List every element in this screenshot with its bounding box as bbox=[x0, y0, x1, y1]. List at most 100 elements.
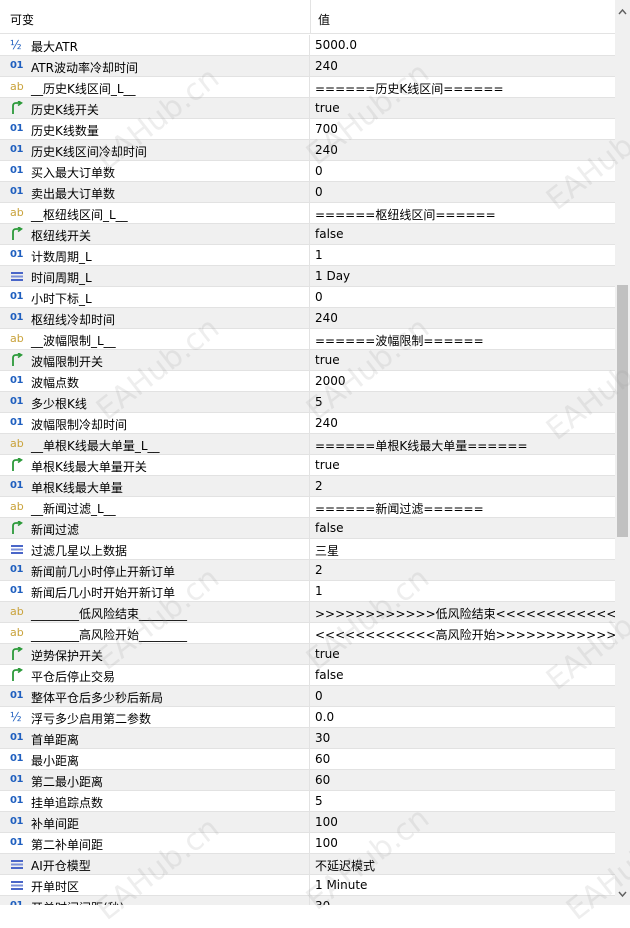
name-cell[interactable]: 01 第二补单间距 bbox=[0, 833, 310, 853]
property-row[interactable]: 01 单根K线最大单量 2 bbox=[0, 476, 615, 497]
property-row[interactable]: 新闻过滤 false bbox=[0, 518, 615, 539]
property-row[interactable]: 01 整体平仓后多少秒后新局 0 bbox=[0, 686, 615, 707]
property-value[interactable]: 60 bbox=[315, 773, 330, 787]
property-value[interactable]: 0 bbox=[315, 689, 323, 703]
name-cell[interactable]: 枢纽线开关 bbox=[0, 224, 310, 244]
name-cell[interactable]: 01 波幅限制冷却时间 bbox=[0, 413, 310, 433]
property-value[interactable]: 0 bbox=[315, 185, 323, 199]
property-value[interactable]: true bbox=[315, 458, 340, 472]
property-row[interactable]: 01 第二补单间距 100 bbox=[0, 833, 615, 854]
vertical-scrollbar[interactable] bbox=[615, 0, 630, 905]
property-value[interactable]: >>>>>>>>>>>>低风险结束<<<<<<<<<<<< bbox=[315, 605, 615, 622]
name-cell[interactable]: 01 开单时间间距(秒) bbox=[0, 896, 310, 905]
property-value[interactable]: <<<<<<<<<<<<高风险开始>>>>>>>>>>>> bbox=[315, 626, 615, 643]
property-row[interactable]: ab __波幅限制_L__ ======波幅限制====== bbox=[0, 329, 615, 350]
header-divider[interactable] bbox=[310, 0, 311, 34]
property-row[interactable]: 01 卖出最大订单数 0 bbox=[0, 182, 615, 203]
property-row[interactable]: 01 新闻前几小时停止开新订单 2 bbox=[0, 560, 615, 581]
property-value[interactable]: 三星 bbox=[315, 542, 339, 559]
name-cell[interactable]: ½ 最大ATR bbox=[0, 35, 310, 55]
property-row[interactable]: 01 历史K线区间冷却时间 240 bbox=[0, 140, 615, 161]
property-value[interactable]: 0 bbox=[315, 164, 323, 178]
property-row[interactable]: ab ________低风险结束________ >>>>>>>>>>>>低风险结束… bbox=[0, 602, 615, 623]
property-value[interactable]: 5 bbox=[315, 794, 323, 808]
property-row[interactable]: ab ________高风险开始________ <<<<<<<<<<<<高风险开始… bbox=[0, 623, 615, 644]
name-cell[interactable]: 01 小时下标_L bbox=[0, 287, 310, 307]
property-row[interactable]: ab __历史K线区间_L__ ======历史K线区间====== bbox=[0, 77, 615, 98]
property-row[interactable]: 01 最小距离 60 bbox=[0, 749, 615, 770]
name-cell[interactable]: 01 枢纽线冷却时间 bbox=[0, 308, 310, 328]
name-cell[interactable]: 逆势保护开关 bbox=[0, 644, 310, 664]
name-cell[interactable]: 01 计数周期_L bbox=[0, 245, 310, 265]
property-value[interactable]: 30 bbox=[315, 731, 330, 745]
property-value[interactable]: true bbox=[315, 101, 340, 115]
name-cell[interactable]: 01 买入最大订单数 bbox=[0, 161, 310, 181]
name-cell[interactable]: 01 首单距离 bbox=[0, 728, 310, 748]
property-value[interactable]: 240 bbox=[315, 416, 338, 430]
name-cell[interactable]: ab __单根K线最大单量_L__ bbox=[0, 434, 310, 454]
property-row[interactable]: 01 波幅限制冷却时间 240 bbox=[0, 413, 615, 434]
name-cell[interactable]: 01 卖出最大订单数 bbox=[0, 182, 310, 202]
property-value[interactable]: 100 bbox=[315, 836, 338, 850]
property-value[interactable]: ======历史K线区间====== bbox=[315, 80, 504, 97]
name-cell[interactable]: ab __枢纽线区间_L__ bbox=[0, 203, 310, 223]
property-row[interactable]: ab __新闻过滤_L__ ======新闻过滤====== bbox=[0, 497, 615, 518]
property-row[interactable]: ½ 最大ATR 5000.0 bbox=[0, 35, 615, 56]
name-cell[interactable]: ab __历史K线区间_L__ bbox=[0, 77, 310, 97]
property-value[interactable]: 1 Day bbox=[315, 269, 350, 283]
property-value[interactable]: 30 bbox=[315, 899, 330, 905]
header-value[interactable]: 值 bbox=[318, 11, 330, 28]
name-cell[interactable]: 01 挂单追踪点数 bbox=[0, 791, 310, 811]
property-value[interactable]: 1 bbox=[315, 584, 323, 598]
name-cell[interactable]: AI开仓模型 bbox=[0, 854, 310, 874]
property-value[interactable]: 2000 bbox=[315, 374, 346, 388]
property-value[interactable]: 1 Minute bbox=[315, 878, 367, 892]
property-value[interactable]: ======单根K线最大单量====== bbox=[315, 437, 528, 454]
property-row[interactable]: 平仓后停止交易 false bbox=[0, 665, 615, 686]
property-row[interactable]: 历史K线开关 true bbox=[0, 98, 615, 119]
property-value[interactable]: true bbox=[315, 647, 340, 661]
name-cell[interactable]: 时间周期_L bbox=[0, 266, 310, 286]
name-cell[interactable]: ½ 浮亏多少启用第二参数 bbox=[0, 707, 310, 727]
name-cell[interactable]: 01 历史K线区间冷却时间 bbox=[0, 140, 310, 160]
property-value[interactable]: 1 bbox=[315, 248, 323, 262]
name-cell[interactable]: 开单时区 bbox=[0, 875, 310, 895]
name-cell[interactable]: 历史K线开关 bbox=[0, 98, 310, 118]
name-cell[interactable]: 01 单根K线最大单量 bbox=[0, 476, 310, 496]
property-value[interactable]: 2 bbox=[315, 479, 323, 493]
property-value[interactable]: 240 bbox=[315, 59, 338, 73]
name-cell[interactable]: 01 第二最小距离 bbox=[0, 770, 310, 790]
name-cell[interactable]: 波幅限制开关 bbox=[0, 350, 310, 370]
property-row[interactable]: 01 ATR波动率冷却时间 240 bbox=[0, 56, 615, 77]
property-row[interactable]: 单根K线最大单量开关 true bbox=[0, 455, 615, 476]
name-cell[interactable]: 01 波幅点数 bbox=[0, 371, 310, 391]
property-row[interactable]: 01 小时下标_L 0 bbox=[0, 287, 615, 308]
property-value[interactable]: 240 bbox=[315, 311, 338, 325]
name-cell[interactable]: ab __新闻过滤_L__ bbox=[0, 497, 310, 517]
property-value[interactable]: 5 bbox=[315, 395, 323, 409]
property-row[interactable]: 波幅限制开关 true bbox=[0, 350, 615, 371]
property-row[interactable]: 01 新闻后几小时开始开新订单 1 bbox=[0, 581, 615, 602]
property-row[interactable]: 01 买入最大订单数 0 bbox=[0, 161, 615, 182]
scroll-up-arrow-icon[interactable] bbox=[615, 6, 630, 23]
name-cell[interactable]: ab ________高风险开始________ bbox=[0, 623, 310, 643]
property-row[interactable]: 01 首单距离 30 bbox=[0, 728, 615, 749]
name-cell[interactable]: 新闻过滤 bbox=[0, 518, 310, 538]
property-value[interactable]: 240 bbox=[315, 143, 338, 157]
property-row[interactable]: 01 多少根K线 5 bbox=[0, 392, 615, 413]
name-cell[interactable]: 过滤几星以上数据 bbox=[0, 539, 310, 559]
property-value[interactable]: 2 bbox=[315, 563, 323, 577]
property-value[interactable]: 100 bbox=[315, 815, 338, 829]
property-value[interactable]: false bbox=[315, 521, 344, 535]
name-cell[interactable]: 01 多少根K线 bbox=[0, 392, 310, 412]
property-row[interactable]: 开单时区 1 Minute bbox=[0, 875, 615, 896]
property-row[interactable]: 01 历史K线数量 700 bbox=[0, 119, 615, 140]
header-variable[interactable]: 可变 bbox=[10, 11, 34, 28]
property-value[interactable]: 5000.0 bbox=[315, 38, 357, 52]
name-cell[interactable]: 01 最小距离 bbox=[0, 749, 310, 769]
property-row[interactable]: 01 第二最小距离 60 bbox=[0, 770, 615, 791]
property-value[interactable]: ======新闻过滤====== bbox=[315, 500, 484, 517]
property-row[interactable]: 01 计数周期_L 1 bbox=[0, 245, 615, 266]
property-value[interactable]: ======波幅限制====== bbox=[315, 332, 484, 349]
name-cell[interactable]: 01 新闻后几小时开始开新订单 bbox=[0, 581, 310, 601]
